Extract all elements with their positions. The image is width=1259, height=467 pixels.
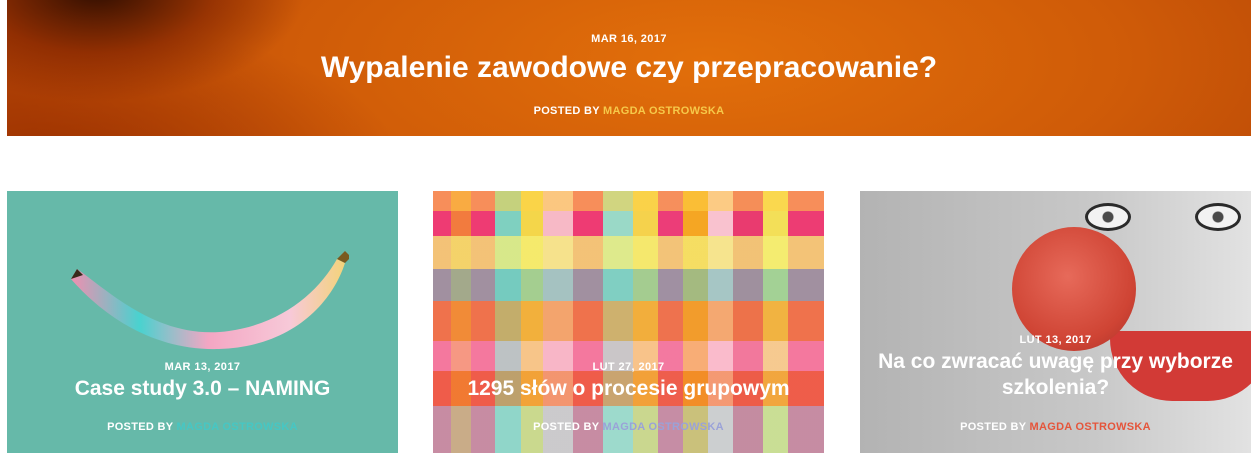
post-byline: POSTED BY MAGDA OSTROWSKA [7, 105, 1251, 117]
author-link[interactable]: MAGDA OSTROWSKA [603, 105, 724, 117]
post-date: MAR 13, 2017 [164, 361, 241, 373]
posted-by-label: POSTED BY [533, 421, 600, 433]
post-byline: POSTED BY MAGDA OSTROWSKA [860, 421, 1251, 433]
post-card[interactable]: MAR 13, 2017 Case study 3.0 – NAMING POS… [7, 191, 398, 453]
post-title[interactable]: Na co zwracać uwagę przy wyborze szkolen… [870, 349, 1241, 401]
posted-by-label: POSTED BY [960, 421, 1027, 433]
author-link[interactable]: MAGDA OSTROWSKA [603, 421, 724, 433]
post-byline: POSTED BY MAGDA OSTROWSKA [433, 421, 824, 433]
posted-by-label: POSTED BY [533, 105, 600, 117]
banana-image [71, 251, 349, 350]
clown-nose-image [1012, 227, 1136, 351]
clown-eye-image [1195, 203, 1241, 231]
post-date: LUT 13, 2017 [1019, 334, 1092, 346]
posted-by-label: POSTED BY [107, 421, 174, 433]
post-card[interactable]: LUT 13, 2017 Na co zwracać uwagę przy wy… [860, 191, 1251, 453]
author-link[interactable]: MAGDA OSTROWSKA [1030, 421, 1151, 433]
clown-eye-image [1085, 203, 1131, 231]
post-title[interactable]: 1295 słów o procesie grupowym [443, 376, 814, 402]
post-date: MAR 16, 2017 [591, 33, 667, 45]
featured-post-hero[interactable]: MAR 16, 2017 Wypalenie zawodowe czy prze… [7, 0, 1251, 136]
post-title[interactable]: Wypalenie zawodowe czy przepracowanie? [7, 48, 1251, 88]
author-link[interactable]: MAGDA OSTROWSKA [177, 421, 298, 433]
abstract-stripes-image [433, 191, 824, 453]
featured-post-content: MAR 16, 2017 Wypalenie zawodowe czy prze… [7, 0, 1251, 136]
post-title[interactable]: Case study 3.0 – NAMING [17, 376, 388, 402]
post-card[interactable]: LUT 27, 2017 1295 słów o procesie grupow… [433, 191, 824, 453]
post-byline: POSTED BY MAGDA OSTROWSKA [7, 421, 398, 433]
post-date: LUT 27, 2017 [592, 361, 665, 373]
